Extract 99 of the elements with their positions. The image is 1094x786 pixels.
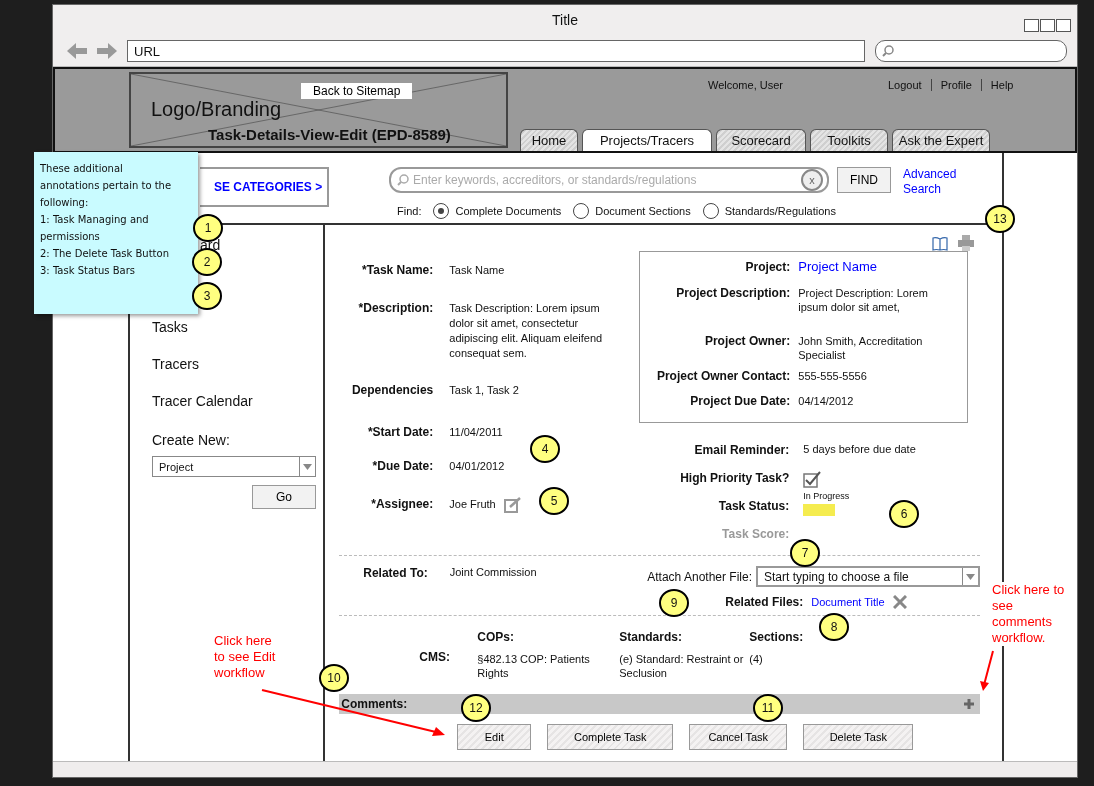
book-icon[interactable] bbox=[932, 237, 948, 251]
header-link[interactable]: Help bbox=[980, 79, 1023, 91]
action-button[interactable]: Edit bbox=[457, 724, 532, 750]
nav-tab[interactable]: Projects/Tracers bbox=[582, 129, 712, 151]
maximize-button[interactable] bbox=[1040, 19, 1055, 32]
nav-tab[interactable]: Home bbox=[520, 129, 578, 151]
note-line: permissions bbox=[40, 230, 101, 244]
radio-label: Standards/Regulations bbox=[724, 205, 836, 217]
nav-tab[interactable]: Scorecard bbox=[716, 129, 806, 151]
project-label: Project Owner Contact: bbox=[655, 369, 791, 385]
field-label: *Task Name: bbox=[361, 263, 434, 279]
action-button[interactable]: Complete Task bbox=[547, 724, 674, 750]
note-line: following: bbox=[40, 196, 90, 210]
project-value: John Smith, Accreditation Specialist bbox=[798, 334, 924, 363]
field-label: CMS: bbox=[419, 650, 451, 666]
search-icon bbox=[882, 44, 894, 57]
plus-icon[interactable] bbox=[964, 699, 974, 709]
create-new-select[interactable]: Project bbox=[152, 456, 316, 477]
header-link[interactable]: Logout bbox=[879, 79, 931, 91]
arrow bbox=[980, 651, 994, 691]
radio-label: Complete Documents bbox=[455, 205, 562, 217]
field-value: Joint Commission bbox=[449, 566, 537, 580]
search-icon bbox=[397, 174, 409, 186]
welcome-text: Welcome, User bbox=[708, 79, 783, 91]
note-line: These additional bbox=[40, 162, 124, 176]
field-value: 11/04/2011 bbox=[449, 425, 503, 440]
browse-categories-button[interactable]: SE CATEGORIES > bbox=[200, 167, 329, 207]
nav-tab[interactable]: Toolkits bbox=[810, 129, 888, 151]
url-field[interactable]: URL bbox=[127, 39, 865, 62]
attach-label: Attach Another File: bbox=[647, 569, 752, 584]
logo-text: Logo/Branding bbox=[151, 98, 282, 121]
column-value: §482.13 COP: Patients Rights bbox=[477, 652, 591, 680]
field-label: *Description: bbox=[357, 301, 434, 317]
checkbox[interactable] bbox=[803, 471, 822, 489]
delete-icon[interactable] bbox=[892, 595, 907, 609]
project-link[interactable]: Project Name bbox=[798, 260, 960, 286]
field-value: 04/01/2012 bbox=[449, 459, 505, 474]
comments-label: Comments: bbox=[341, 697, 408, 711]
document-link[interactable]: Document Title bbox=[811, 596, 885, 608]
caret-icon bbox=[303, 463, 312, 470]
window-title: Title bbox=[552, 12, 578, 28]
field-label: Dependencies bbox=[350, 383, 434, 399]
header-link[interactable]: Profile bbox=[930, 79, 981, 91]
sidebar-item[interactable]: Tracer Calendar bbox=[152, 393, 253, 410]
field-label: Task Score: bbox=[721, 527, 790, 543]
column-value: (4) bbox=[749, 652, 764, 666]
field-label: *Start Date: bbox=[366, 425, 434, 441]
note-line: 2: The Delete Task Button bbox=[40, 247, 170, 261]
close-button[interactable] bbox=[1056, 19, 1071, 32]
field-value: Joe Fruth bbox=[449, 497, 496, 512]
project-label: Project: bbox=[744, 260, 791, 276]
page-title: Task-Details-View-Edit (EPD-8589) bbox=[208, 126, 451, 143]
note-line: 1: Task Managing and bbox=[40, 213, 150, 227]
annotation-text: Click here to see comments workflow. bbox=[992, 582, 1065, 646]
field-label: Related To: bbox=[363, 566, 428, 582]
radio-label: Document Sections bbox=[595, 205, 691, 217]
field-value: Task Name bbox=[449, 263, 505, 278]
minimize-button[interactable] bbox=[1024, 19, 1039, 32]
note-line: annotations pertain to the bbox=[40, 179, 173, 193]
project-label: Project Owner: bbox=[703, 334, 791, 350]
action-button[interactable]: Cancel Task bbox=[689, 724, 788, 750]
field-label: Task Status: bbox=[717, 499, 790, 515]
field-label: High Priority Task? bbox=[679, 471, 790, 487]
file-combo-box[interactable]: Start typing to choose a file bbox=[756, 566, 980, 587]
search-field[interactable]: Enter keywords, accreditors, or standards/regulations x bbox=[389, 167, 829, 193]
status-text: In Progress bbox=[803, 491, 850, 501]
project-label: Project Due Date: bbox=[689, 394, 791, 410]
action-button[interactable]: Delete Task bbox=[803, 724, 914, 750]
clear-button[interactable]: x bbox=[801, 169, 823, 191]
status-bar bbox=[803, 504, 836, 516]
field-label: *Assignee: bbox=[370, 497, 434, 513]
sidebar-item[interactable]: Tracers bbox=[152, 356, 199, 373]
column-value: (e) Standard: Restraint or Seclusion bbox=[619, 652, 745, 680]
project-value: Project Description: Lorem ipsum dolor sit amet, bbox=[798, 286, 929, 315]
column-heading: Sections: bbox=[749, 630, 805, 644]
create-new-label: Create New: bbox=[152, 432, 230, 448]
printer-icon[interactable] bbox=[958, 235, 974, 251]
go-button[interactable]: Go bbox=[252, 485, 316, 509]
find-button[interactable]: FIND bbox=[837, 167, 891, 193]
field-label: Related Files: bbox=[725, 595, 804, 609]
field-label: *Due Date: bbox=[371, 459, 434, 475]
field-value: Task Description: Lorem ipsum dolor sit amet, consectetur adipiscing elit. Aliquam eleifend consequat sem. bbox=[449, 301, 604, 361]
column-heading: Standards: bbox=[619, 630, 683, 644]
field-value: 5 days before due date bbox=[803, 443, 917, 457]
caret-icon bbox=[966, 573, 975, 580]
sidebar-item[interactable]: Tasks bbox=[152, 319, 188, 336]
column-heading: COPs: bbox=[477, 630, 515, 644]
edit-icon[interactable] bbox=[503, 497, 522, 513]
project-value: 04/14/2012 bbox=[798, 394, 855, 409]
project-value: 555-555-5556 bbox=[798, 369, 868, 384]
find-label: Find: bbox=[397, 205, 422, 217]
note-line: 3: Task Status Bars bbox=[40, 264, 137, 278]
field-value: Task 1, Task 2 bbox=[449, 383, 519, 398]
back-to-sitemap-button[interactable]: Back to Sitemap bbox=[301, 83, 413, 99]
project-label: Project Description: bbox=[675, 286, 791, 302]
field-label: Email Reminder: bbox=[693, 443, 790, 459]
browser-search-field[interactable] bbox=[875, 39, 1067, 62]
nav-tab[interactable]: Ask the Expert bbox=[892, 129, 990, 151]
advanced-search-link[interactable]: Advanced Search bbox=[903, 167, 963, 197]
